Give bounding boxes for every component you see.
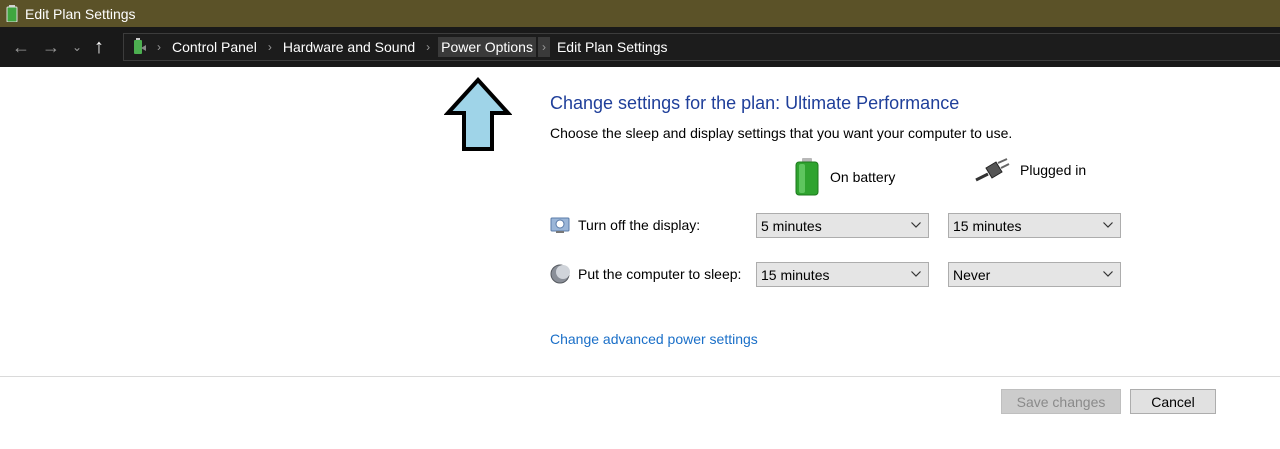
- put-computer-to-sleep-row: Put the computer to sleep:: [550, 264, 741, 284]
- breadcrumb-separator[interactable]: ›: [537, 37, 550, 57]
- sleep-on-battery-select[interactable]: 15 minutes: [756, 262, 929, 287]
- put-computer-to-sleep-label: Put the computer to sleep:: [578, 266, 742, 282]
- select-value: 15 minutes: [953, 217, 1022, 234]
- breadcrumb-separator[interactable]: ›: [260, 40, 280, 54]
- breadcrumb-separator[interactable]: ›: [418, 40, 438, 54]
- up-button[interactable]: ↑: [88, 32, 110, 62]
- save-changes-button[interactable]: Save changes: [1001, 389, 1121, 414]
- recent-locations-button[interactable]: ⌄: [66, 32, 88, 62]
- footer-divider: [0, 376, 1280, 377]
- page-description: Choose the sleep and display settings th…: [550, 125, 1013, 141]
- change-advanced-power-settings-link[interactable]: Change advanced power settings: [550, 331, 758, 347]
- power-options-icon: [129, 37, 149, 57]
- window-title: Edit Plan Settings: [25, 5, 136, 22]
- up-arrow-annotation-icon: [444, 77, 512, 151]
- power-plug-icon: [974, 158, 1010, 182]
- breadcrumb-separator[interactable]: ›: [149, 40, 169, 54]
- plugged-in-label: Plugged in: [1020, 162, 1087, 178]
- display-icon: [550, 215, 570, 235]
- display-on-battery-select[interactable]: 5 minutes: [756, 213, 929, 238]
- battery-icon: [5, 5, 19, 23]
- breadcrumb-hardware-and-sound[interactable]: Hardware and Sound: [280, 37, 418, 57]
- on-battery-label: On battery: [830, 169, 896, 185]
- turn-off-display-label: Turn off the display:: [578, 217, 701, 233]
- breadcrumb-control-panel[interactable]: Control Panel: [169, 37, 260, 57]
- back-button[interactable]: ←: [6, 32, 36, 62]
- sleep-moon-icon: [550, 264, 570, 284]
- chevron-down-icon: [910, 218, 922, 232]
- chevron-down-icon: [1102, 267, 1114, 281]
- battery-icon: [794, 158, 820, 196]
- breadcrumb-power-options[interactable]: Power Options: [438, 37, 536, 57]
- turn-off-display-row: Turn off the display:: [550, 215, 700, 235]
- cancel-button[interactable]: Cancel: [1130, 389, 1216, 414]
- select-value: 5 minutes: [761, 217, 822, 234]
- chevron-down-icon: [1102, 218, 1114, 232]
- plugged-in-column-header: Plugged in: [974, 158, 1086, 182]
- page-title: Change settings for the plan: Ultimate P…: [550, 93, 960, 113]
- breadcrumb-edit-plan-settings[interactable]: Edit Plan Settings: [554, 37, 671, 57]
- address-bar[interactable]: › Control Panel › Hardware and Sound › P…: [123, 33, 1280, 61]
- sleep-plugged-in-select[interactable]: Never: [948, 262, 1121, 287]
- select-value: 15 minutes: [761, 266, 830, 283]
- title-bar: Edit Plan Settings: [0, 0, 1280, 27]
- chevron-down-icon: [910, 267, 922, 281]
- on-battery-column-header: On battery: [794, 158, 895, 196]
- navigation-bar: ← → ⌄ ↑ › Control Panel › Hardware and S…: [0, 27, 1280, 67]
- display-plugged-in-select[interactable]: 15 minutes: [948, 213, 1121, 238]
- select-value: Never: [953, 266, 991, 283]
- forward-button[interactable]: →: [36, 32, 66, 62]
